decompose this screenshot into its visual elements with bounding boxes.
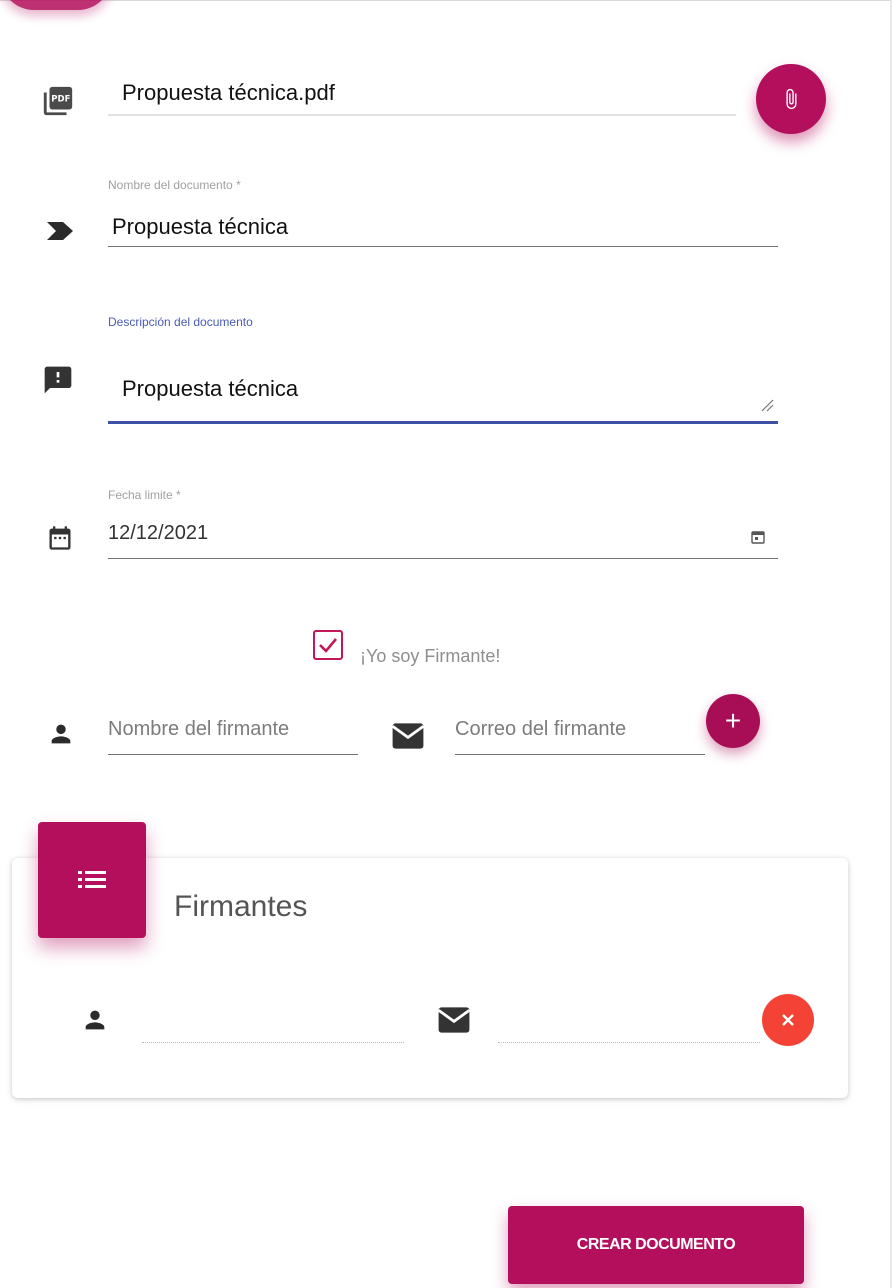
description-label: Descripción del documento [108, 315, 253, 329]
signer-row-name-underline [142, 1042, 404, 1043]
resize-handle[interactable] [760, 398, 774, 412]
close-icon [780, 1012, 796, 1028]
document-name-underline [108, 246, 778, 247]
svg-text:PDF: PDF [51, 95, 70, 105]
person-icon [46, 718, 76, 750]
signer-row-email-underline [498, 1042, 760, 1043]
signer-checkbox-label[interactable]: ¡Yo soy Firmante! [360, 646, 500, 667]
mail-icon [388, 720, 428, 752]
mail-icon [434, 1004, 474, 1036]
deadline-underline [108, 558, 778, 559]
remove-signer-button[interactable] [762, 994, 814, 1046]
top-tab-indicator [0, 0, 112, 10]
signer-email-input[interactable]: Correo del firmante [455, 718, 626, 741]
date-picker-icon[interactable] [750, 529, 766, 545]
signer-checkbox[interactable] [313, 630, 343, 660]
description-input[interactable]: Propuesta técnica [122, 376, 298, 402]
signer-name-input[interactable]: Nombre del firmante [108, 718, 289, 741]
attach-file-button[interactable] [756, 64, 826, 134]
paperclip-icon [780, 85, 802, 113]
deadline-label: Fecha limite * [108, 488, 181, 502]
file-name[interactable]: Propuesta técnica.pdf [122, 80, 335, 106]
card-header-badge [38, 822, 146, 938]
signers-card-title: Firmantes [174, 890, 308, 923]
signer-name-underline [108, 754, 358, 755]
label-icon [44, 218, 76, 244]
create-document-button[interactable]: CREAR DOCUMENTO [508, 1206, 804, 1284]
signer-email-underline [455, 754, 705, 755]
feedback-icon [40, 362, 76, 398]
file-underline [108, 114, 736, 116]
description-underline-focused [108, 421, 778, 424]
deadline-input[interactable]: 12/12/2021 [108, 522, 208, 545]
calendar-icon [44, 522, 76, 554]
top-border [0, 0, 892, 8]
add-signer-button[interactable]: + [706, 694, 760, 748]
list-icon [78, 869, 106, 891]
document-name-label: Nombre del documento * [108, 178, 241, 192]
person-icon [80, 1004, 110, 1036]
pdf-icon: PDF [40, 83, 76, 119]
document-name-input[interactable]: Propuesta técnica [112, 214, 288, 240]
